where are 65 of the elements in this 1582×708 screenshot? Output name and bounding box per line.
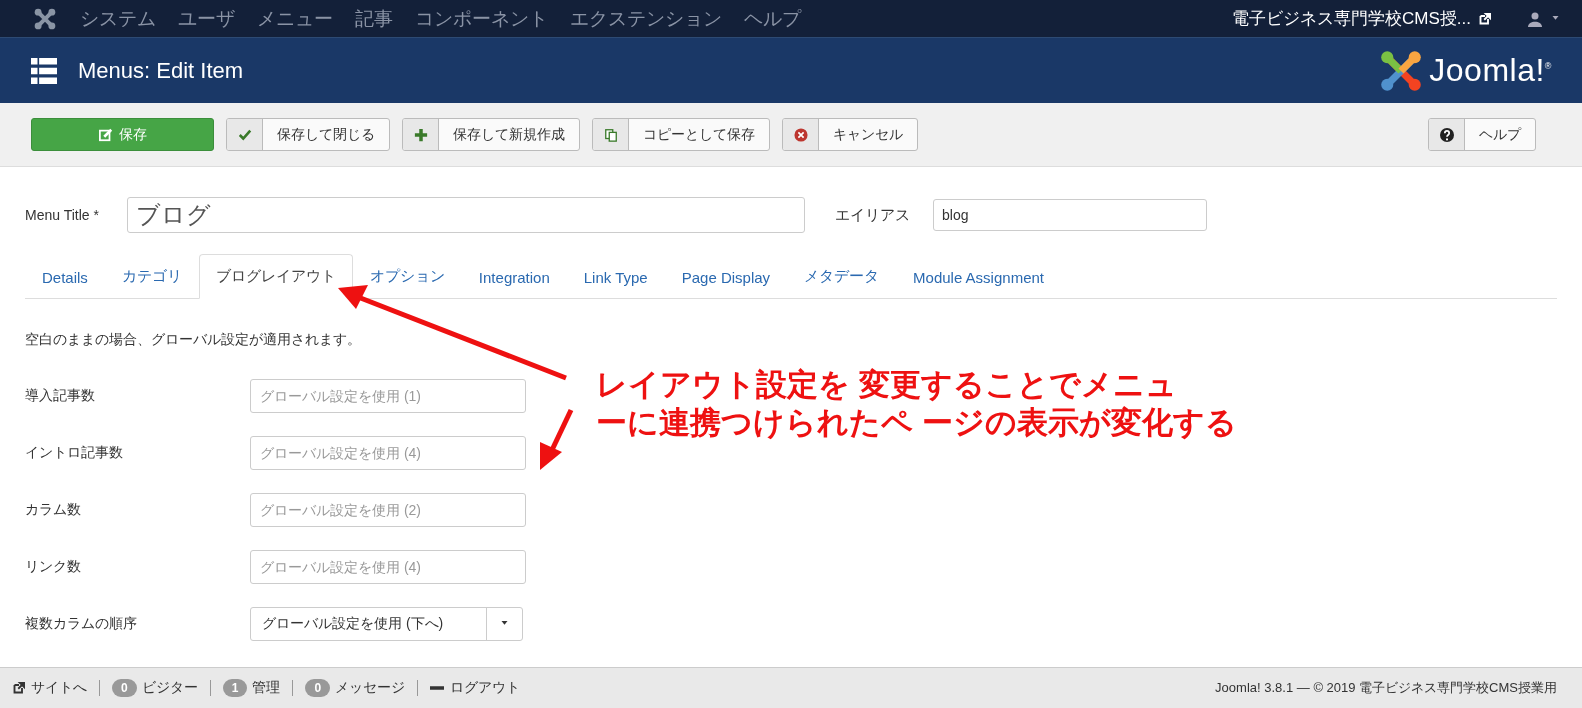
tab[interactable]: ブログレイアウト bbox=[198, 254, 353, 299]
status-link[interactable]: 管理 bbox=[252, 679, 281, 697]
info-text: 空白のままの場合、グローバル設定が適用されます。 bbox=[25, 331, 362, 349]
cancel-icon bbox=[793, 127, 808, 142]
site-link[interactable]: 電子ビジネス専門学校CMS授... bbox=[1232, 7, 1471, 30]
menu-item[interactable]: エクステンション bbox=[570, 5, 722, 32]
tab[interactable]: Details bbox=[25, 256, 105, 299]
select-field[interactable]: グローバル設定を使用 (下へ) bbox=[250, 607, 523, 641]
edit-icon bbox=[98, 127, 113, 142]
help-icon bbox=[1439, 127, 1454, 142]
field-label: イントロ記事数 bbox=[25, 444, 124, 462]
menu-item[interactable]: システム bbox=[80, 5, 156, 32]
text-input[interactable]: グローバル設定を使用 (1) bbox=[250, 379, 526, 413]
joomla-logo-icon bbox=[34, 7, 56, 30]
field-label: 複数カラムの順序 bbox=[25, 615, 138, 633]
tab[interactable]: Integration bbox=[461, 256, 567, 299]
menu-item[interactable]: メニュー bbox=[257, 5, 333, 32]
user-icon bbox=[1527, 10, 1543, 27]
menu-item[interactable]: コンポーネント bbox=[415, 5, 548, 32]
list-icon bbox=[30, 57, 58, 84]
tab[interactable]: Page Display bbox=[664, 256, 788, 299]
annotation-text: レイアウト設定を 変更することでメニュ ーに連携つけられたペ ージの表示が変化する bbox=[596, 366, 1237, 442]
field-label: エイリアス bbox=[835, 205, 911, 225]
plus-icon bbox=[413, 127, 428, 142]
alias-input[interactable]: blog bbox=[933, 199, 1207, 231]
toolbar-button[interactable]: 保存して閉じる bbox=[226, 118, 390, 151]
toolbar-button[interactable]: キャンセル bbox=[782, 118, 918, 151]
tab[interactable]: カテゴリ bbox=[104, 254, 199, 299]
text-input[interactable]: グローバル設定を使用 (4) bbox=[250, 550, 526, 584]
copy-icon bbox=[603, 127, 618, 142]
site-link[interactable]: サイトへ bbox=[31, 679, 87, 697]
status-link[interactable]: メッセージ bbox=[335, 679, 406, 697]
menu-item[interactable]: 記事 bbox=[355, 5, 393, 32]
text-input[interactable]: グローバル設定を使用 (4) bbox=[250, 436, 526, 470]
status-link[interactable]: ビジター bbox=[141, 679, 198, 697]
caret-icon bbox=[1551, 15, 1560, 22]
joomla-logo-icon bbox=[1379, 48, 1424, 93]
toolbar-button[interactable]: コピーとして保存 bbox=[592, 118, 770, 151]
logo-text: Joomla!$^{®}$ bbox=[1429, 52, 1552, 89]
caret-icon bbox=[500, 621, 509, 627]
menu-item[interactable]: ユーザ bbox=[178, 5, 235, 32]
field-label: Menu Title * bbox=[25, 207, 100, 223]
check-icon bbox=[237, 127, 252, 142]
external-link-icon bbox=[1479, 12, 1491, 25]
save-button[interactable]: 保存 bbox=[31, 118, 214, 151]
logout-link[interactable]: ログアウト bbox=[450, 679, 521, 697]
tab[interactable]: オプション bbox=[352, 254, 462, 299]
field-label: リンク数 bbox=[25, 558, 82, 576]
field-label: 導入記事数 bbox=[25, 387, 96, 405]
field-label: カラム数 bbox=[25, 501, 82, 519]
footer-text: Joomla! 3.8.1 — © 2019 電子ビジネス専門学校CMS授業用 bbox=[1215, 679, 1557, 697]
toolbar-button[interactable]: 保存して新規作成 bbox=[402, 118, 580, 151]
title-input[interactable]: ブログ bbox=[127, 197, 805, 233]
menu-item[interactable]: ヘルプ bbox=[744, 5, 801, 32]
arrow bbox=[538, 408, 574, 470]
count-badge: 0 bbox=[305, 679, 331, 697]
tab[interactable]: メタデータ bbox=[787, 254, 897, 299]
help-button[interactable]: ヘルプ bbox=[1428, 118, 1536, 151]
tab[interactable]: Link Type bbox=[566, 256, 665, 299]
count-badge: 0 bbox=[112, 679, 137, 697]
text-input[interactable]: グローバル設定を使用 (2) bbox=[250, 493, 526, 527]
tab[interactable]: Module Assignment bbox=[896, 256, 1061, 299]
count-badge: 1 bbox=[222, 679, 248, 697]
external-link-icon bbox=[13, 682, 25, 694]
page-title: Menus: Edit Item bbox=[78, 57, 244, 84]
